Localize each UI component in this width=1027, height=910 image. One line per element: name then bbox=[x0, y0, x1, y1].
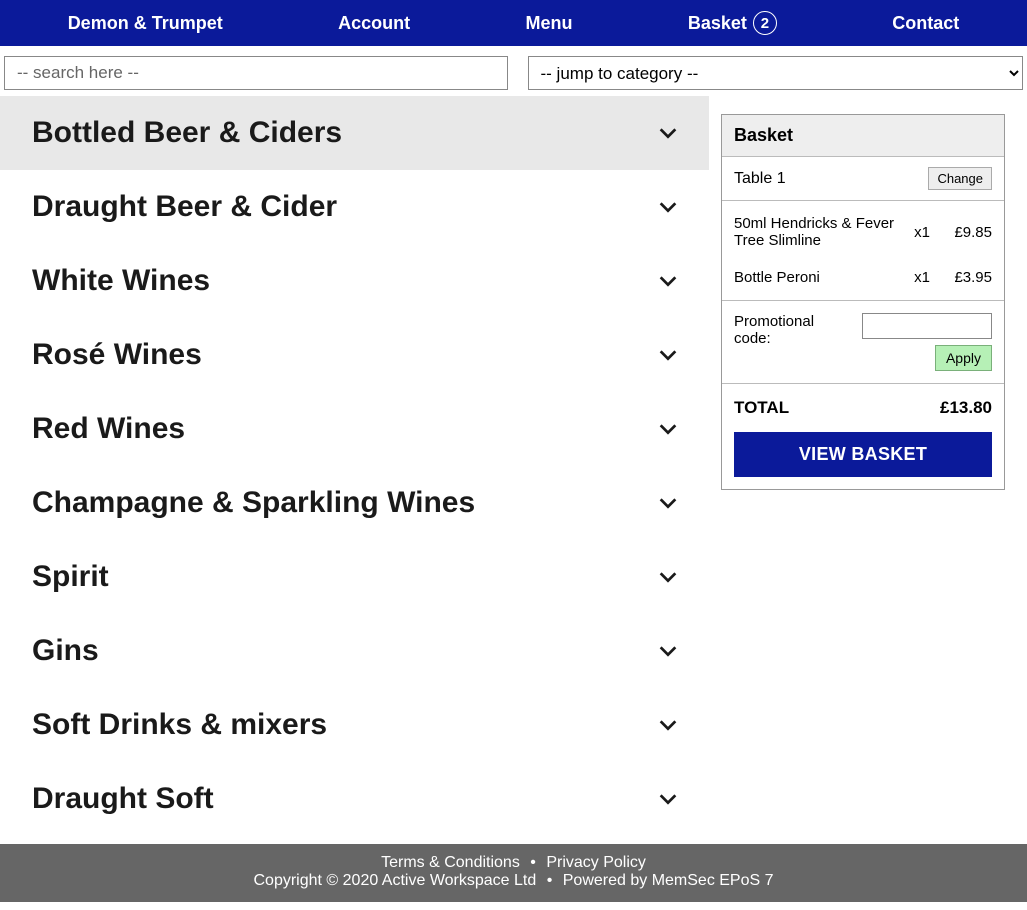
nav-contact[interactable]: Contact bbox=[892, 13, 959, 34]
apply-promo-button[interactable]: Apply bbox=[935, 345, 992, 371]
category-row[interactable]: Red Wines bbox=[0, 392, 709, 466]
table-info: Table 1 bbox=[734, 170, 786, 188]
category-row[interactable]: White Wines bbox=[0, 244, 709, 318]
basket-item: 50ml Hendricks & Fever Tree Slimlinex1£9… bbox=[734, 205, 992, 259]
basket-items: 50ml Hendricks & Fever Tree Slimlinex1£9… bbox=[722, 201, 1004, 301]
nav-basket-label: Basket bbox=[688, 13, 747, 34]
promo-row: Promotional code: Apply bbox=[722, 301, 1004, 384]
item-name: Bottle Peroni bbox=[734, 269, 910, 286]
footer: Terms & Conditions • Privacy Policy Copy… bbox=[0, 844, 1027, 902]
nav-brand[interactable]: Demon & Trumpet bbox=[68, 13, 223, 34]
category-row[interactable]: Bottled Beer & Ciders bbox=[0, 96, 709, 170]
basket-header: Basket bbox=[722, 115, 1004, 157]
chevron-down-icon bbox=[657, 270, 679, 292]
total-label: TOTAL bbox=[734, 398, 789, 418]
search-input[interactable] bbox=[4, 56, 508, 90]
item-price: £9.85 bbox=[940, 224, 992, 241]
top-nav: Demon & Trumpet Account Menu Basket 2 Co… bbox=[0, 0, 1027, 46]
item-qty: x1 bbox=[910, 269, 940, 286]
category-title: Champagne & Sparkling Wines bbox=[32, 486, 475, 520]
chevron-down-icon bbox=[657, 788, 679, 810]
promo-input[interactable] bbox=[862, 313, 992, 339]
category-title: Gins bbox=[32, 634, 99, 668]
category-title: Spirit bbox=[32, 560, 109, 594]
category-row[interactable]: Draught Soft bbox=[0, 762, 709, 836]
category-title: White Wines bbox=[32, 264, 210, 298]
chevron-down-icon bbox=[657, 714, 679, 736]
change-table-button[interactable]: Change bbox=[928, 167, 992, 190]
footer-privacy-link[interactable]: Privacy Policy bbox=[546, 854, 646, 871]
category-title: Soft Drinks & mixers bbox=[32, 708, 327, 742]
footer-terms-link[interactable]: Terms & Conditions bbox=[381, 854, 520, 871]
category-title: Draught Beer & Cider bbox=[32, 190, 337, 224]
category-title: Red Wines bbox=[32, 412, 185, 446]
chevron-down-icon bbox=[657, 122, 679, 144]
category-title: Rosé Wines bbox=[32, 338, 202, 372]
basket-table-row: Table 1 Change bbox=[722, 157, 1004, 201]
category-title: Draught Soft bbox=[32, 782, 214, 816]
filter-row: -- jump to category -- bbox=[0, 46, 1027, 96]
total-value: £13.80 bbox=[940, 398, 992, 418]
category-title: Bottled Beer & Ciders bbox=[32, 116, 342, 150]
category-row[interactable]: Soft Drinks & mixers bbox=[0, 688, 709, 762]
basket-panel: Basket Table 1 Change 50ml Hendricks & F… bbox=[721, 114, 1005, 490]
nav-account[interactable]: Account bbox=[338, 13, 410, 34]
chevron-down-icon bbox=[657, 492, 679, 514]
bullet-icon: • bbox=[541, 872, 559, 889]
chevron-down-icon bbox=[657, 566, 679, 588]
bullet-icon: • bbox=[524, 854, 542, 871]
category-list: Bottled Beer & Ciders Draught Beer & Cide… bbox=[0, 96, 709, 836]
nav-basket[interactable]: Basket 2 bbox=[688, 11, 777, 35]
item-price: £3.95 bbox=[940, 269, 992, 286]
view-basket-button[interactable]: VIEW BASKET bbox=[734, 432, 992, 477]
item-qty: x1 bbox=[910, 224, 940, 241]
category-row[interactable]: Spirit bbox=[0, 540, 709, 614]
chevron-down-icon bbox=[657, 418, 679, 440]
promo-label: Promotional code: bbox=[734, 313, 824, 347]
basket-count-badge: 2 bbox=[753, 11, 777, 35]
footer-powered: Powered by MemSec EPoS 7 bbox=[563, 872, 774, 889]
basket-item: Bottle Peronix1£3.95 bbox=[734, 259, 992, 296]
category-row[interactable]: Gins bbox=[0, 614, 709, 688]
chevron-down-icon bbox=[657, 640, 679, 662]
category-row[interactable]: Champagne & Sparkling Wines bbox=[0, 466, 709, 540]
category-select[interactable]: -- jump to category -- bbox=[528, 56, 1024, 90]
category-row[interactable]: Draught Beer & Cider bbox=[0, 170, 709, 244]
category-row[interactable]: Rosé Wines bbox=[0, 318, 709, 392]
footer-copyright: Copyright © 2020 Active Workspace Ltd bbox=[253, 872, 536, 889]
nav-menu[interactable]: Menu bbox=[525, 13, 572, 34]
chevron-down-icon bbox=[657, 344, 679, 366]
total-row: TOTAL £13.80 bbox=[722, 384, 1004, 432]
chevron-down-icon bbox=[657, 196, 679, 218]
item-name: 50ml Hendricks & Fever Tree Slimline bbox=[734, 215, 910, 249]
